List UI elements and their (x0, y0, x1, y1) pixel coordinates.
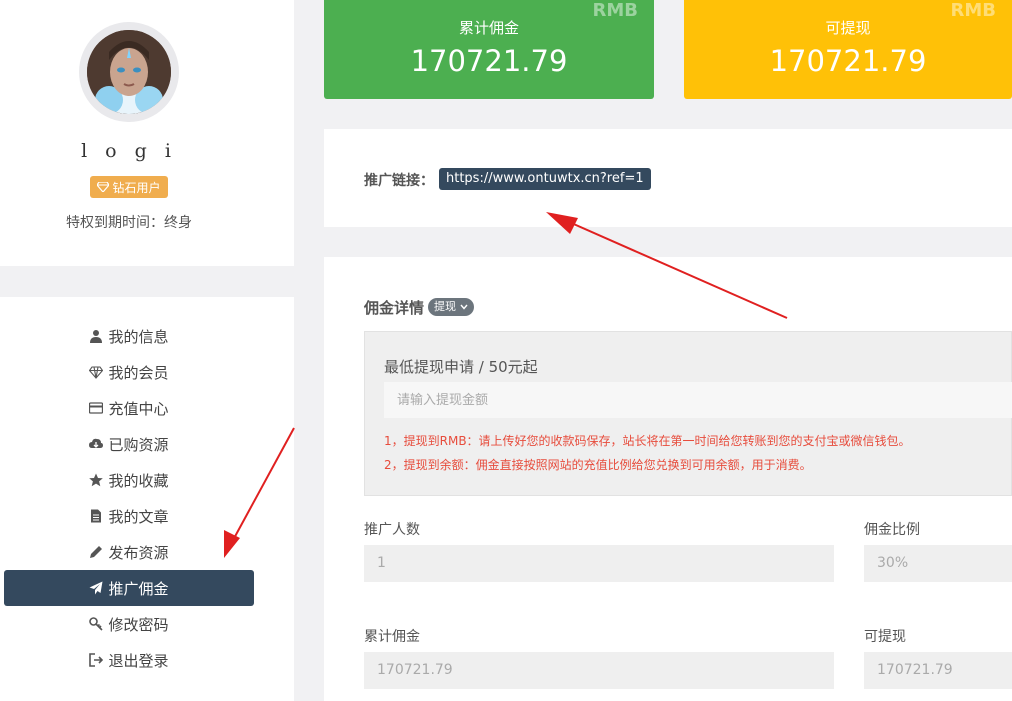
sidebar-item-purchased[interactable]: 已购资源 (4, 426, 254, 462)
sidebar-item-logout[interactable]: 退出登录 (4, 642, 254, 678)
sidebar-item-my-info[interactable]: 我的信息 (4, 318, 254, 354)
sidebar-item-label: 修改密码 (108, 615, 169, 634)
total-commission-label: 累计佣金 (364, 629, 420, 645)
pencil-icon (90, 546, 103, 558)
sidebar-item-label: 我的信息 (108, 327, 169, 346)
sidebar-item-affiliate[interactable]: 推广佣金 (4, 570, 254, 606)
withdraw-amount-input[interactable] (384, 382, 1012, 418)
withdrawable-card: RMB 可提现 170721.79 (684, 0, 1012, 99)
withdraw-note-balance: 2，提现到余额：佣金直接按照网站的充值比例给您兑换到可用余额，用于消费。 (384, 458, 812, 472)
cloud-download-icon (89, 438, 104, 448)
avatar-image (87, 30, 171, 114)
vip-badge: 钻石用户 (90, 176, 168, 198)
vip-expire-text: 特权到期时间：终身 (66, 215, 192, 231)
sidebar-item-label: 充值中心 (108, 399, 169, 418)
withdraw-note-rmb: 1，提现到RMB：请上传好您的收款码保存，站长将在第一时间给您转账到您的支付宝或… (384, 434, 911, 448)
stat-value: 170721.79 (410, 44, 568, 78)
detail-title: 佣金详情 (364, 299, 425, 317)
sidebar-item-favorites[interactable]: 我的收藏 (4, 462, 254, 498)
vip-label: 钻石用户 (112, 180, 161, 195)
total-commission-field: 170721.79 (364, 652, 834, 689)
min-withdraw-label: 最低提现申请 / 50元起 (384, 358, 538, 376)
referral-link-label: 推广链接： (364, 173, 434, 189)
commission-detail-card: 佣金详情 提现 最低提现申请 / 50元起 1，提现到RMB：请上传好您的收款码… (324, 257, 1012, 701)
file-icon (91, 509, 102, 523)
sidebar-item-my-membership[interactable]: 我的会员 (4, 354, 254, 390)
sidebar-item-label: 退出登录 (108, 651, 169, 670)
withdraw-dropdown[interactable]: 提现 (428, 298, 474, 316)
withdraw-panel: 最低提现申请 / 50元起 1，提现到RMB：请上传好您的收款码保存，站长将在第… (364, 331, 1012, 496)
sidebar-item-label: 已购资源 (108, 435, 169, 454)
commission-rate-field: 30% (864, 545, 1012, 582)
paper-plane-icon (89, 581, 103, 595)
sidebar-item-my-articles[interactable]: 我的文章 (4, 498, 254, 534)
total-commission-card: RMB 累计佣金 170721.79 (324, 0, 654, 99)
sidebar-item-label: 推广佣金 (108, 579, 169, 598)
profile-card: l o g i 钻石用户 特权到期时间：终身 (0, 0, 294, 266)
page: l o g i 钻石用户 特权到期时间：终身 我的信息 我的会员 充值中心 已购… (0, 0, 1012, 701)
chevron-down-icon (459, 304, 468, 310)
sidebar-item-label: 我的会员 (108, 363, 169, 382)
withdrawable-label: 可提现 (864, 629, 906, 645)
stat-value: 170721.79 (769, 44, 927, 78)
sidebar-item-change-password[interactable]: 修改密码 (4, 606, 254, 642)
withdrawable-field: 170721.79 (864, 652, 1012, 689)
key-icon (89, 617, 104, 631)
referral-count-label: 推广人数 (364, 522, 420, 538)
stat-label: 累计佣金 (458, 19, 519, 37)
sidebar-item-publish[interactable]: 发布资源 (4, 534, 254, 570)
referral-link-url[interactable]: https://www.ontuwtx.cn?ref=1 (439, 168, 651, 190)
sidebar-menu: 我的信息 我的会员 充值中心 已购资源 我的收藏 我的文章 发布资源 推广佣金 (0, 297, 294, 701)
avatar[interactable] (79, 22, 179, 122)
username: l o g i (81, 140, 177, 162)
star-icon (89, 473, 104, 487)
referral-count-field: 1 (364, 545, 834, 582)
commission-rate-label: 佣金比例 (864, 522, 920, 538)
sidebar-item-label: 发布资源 (108, 543, 169, 562)
sidebar-item-recharge[interactable]: 充值中心 (4, 390, 254, 426)
sidebar-item-label: 我的收藏 (108, 471, 169, 490)
diamond-icon (97, 182, 110, 192)
credit-card-icon (89, 402, 104, 414)
diamond-icon (89, 366, 104, 379)
user-icon (90, 330, 103, 343)
withdraw-label: 提现 (434, 300, 456, 313)
sign-out-icon (89, 653, 104, 667)
referral-link-card: 推广链接： https://www.ontuwtx.cn?ref=1 (324, 129, 1012, 227)
sidebar-item-label: 我的文章 (108, 507, 169, 526)
stat-label: 可提现 (825, 19, 871, 37)
